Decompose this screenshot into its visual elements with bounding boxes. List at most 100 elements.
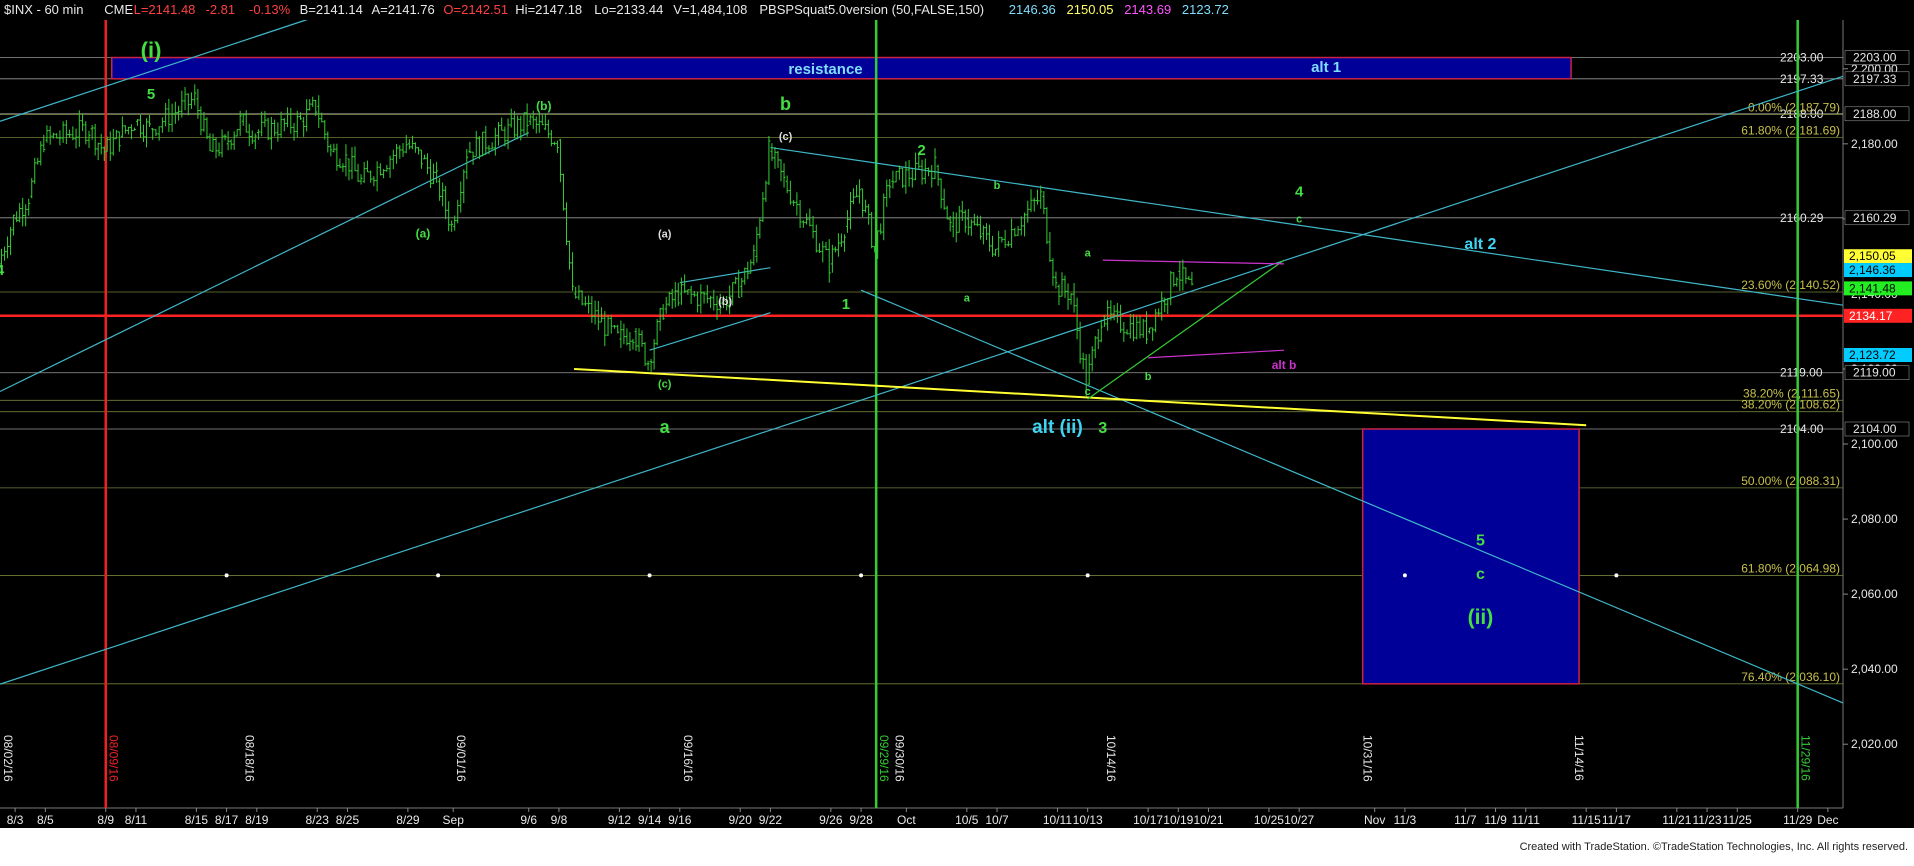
fib-label: 76.40% (2,036.10): [1741, 670, 1840, 684]
date-stamp: 10/14/16: [1104, 735, 1118, 782]
wave-label: (i): [141, 38, 162, 63]
wave-label: b: [780, 94, 791, 114]
wave-label: 3: [1098, 420, 1107, 437]
x-tick-label: 8/23: [306, 813, 330, 827]
wave-label: 4: [1295, 183, 1304, 200]
x-tick-label: 10/5: [955, 813, 979, 827]
wave-label: c: [1296, 214, 1302, 226]
header-item: B=2141.14: [300, 2, 363, 17]
price-tag-label: 2134.17: [1849, 309, 1893, 323]
x-tick-label: 8/5: [37, 813, 54, 827]
wave-label: alt (ii): [1032, 417, 1083, 438]
alt1-label: alt 1: [1311, 59, 1341, 76]
projection-dot: [1614, 573, 1619, 578]
projection-dot: [1402, 573, 1407, 578]
price-tag-label: 2,141.48: [1849, 281, 1896, 295]
x-tick-label: 10/7: [985, 813, 1009, 827]
header-item: -0.13%: [249, 2, 291, 17]
x-tick-label: 11/11: [1512, 813, 1541, 827]
wave-label: c: [1085, 386, 1091, 398]
wave-label: b: [994, 180, 1001, 192]
axis-line-tag-label: 2104.00: [1853, 422, 1897, 436]
x-tick-label: 11/17: [1602, 813, 1631, 827]
x-tick-label: 11/21: [1662, 813, 1691, 827]
date-stamp: 09/29/16: [877, 735, 891, 782]
x-tick-label: 10/27: [1284, 813, 1314, 827]
x-tick-label: 10/25: [1254, 813, 1284, 827]
wave-label: (b): [536, 99, 551, 113]
wave-label: a: [660, 417, 671, 437]
header-item: 2123.72: [1182, 2, 1229, 17]
axis-line-tag-label: 2203.00: [1853, 51, 1897, 65]
fib-label: 23.60% (2,140.52): [1741, 278, 1840, 292]
x-tick-label: 9/26: [819, 813, 843, 827]
header-item: 2150.05: [1067, 2, 1114, 17]
wave-label: 5: [1476, 532, 1485, 549]
wave-label: 2: [917, 142, 925, 159]
x-tick-label: 9/8: [551, 813, 568, 827]
header-exchange: CME: [104, 2, 133, 17]
projection-dot: [859, 573, 864, 578]
projection-dot: [1085, 573, 1090, 578]
x-tick-label: 8/17: [215, 813, 239, 827]
x-tick-label: 9/28: [849, 813, 873, 827]
x-tick-label: 8/9: [97, 813, 114, 827]
header-item: 2143.69: [1124, 2, 1171, 17]
wave-label: alt b: [1272, 358, 1297, 372]
x-tick-label: Nov: [1364, 813, 1385, 827]
projection-dot: [436, 573, 441, 578]
horizontal-line-label: 2203.00: [1780, 51, 1824, 65]
x-tick-label: Sep: [443, 813, 465, 827]
x-tick-label: 8/15: [185, 813, 209, 827]
date-stamp: 09/16/16: [681, 735, 695, 782]
projection-dot: [647, 573, 652, 578]
price-tag-label: 2,146.36: [1849, 263, 1896, 277]
plot-area: [0, 20, 1843, 808]
header-item: Lo=2133.44: [594, 2, 663, 17]
x-tick-label: 10/13: [1073, 813, 1103, 827]
date-stamp: 09/30/16: [892, 735, 906, 782]
projection-dot: [224, 573, 229, 578]
x-tick-label: 11/7: [1454, 813, 1477, 827]
header-item: 2146.36: [1009, 2, 1056, 17]
header-item: O=2142.51: [443, 2, 508, 17]
date-stamp: 08/09/16: [107, 735, 121, 782]
wave-label: (c): [779, 131, 793, 143]
x-tick-label: 10/19: [1163, 813, 1193, 827]
price-tag-label: 2,123.72: [1849, 348, 1896, 362]
wave-label: (a): [658, 229, 672, 241]
wave-label: (ii): [1468, 606, 1494, 629]
x-tick-label: 10/21: [1194, 813, 1224, 827]
x-tick-label: 9/22: [759, 813, 783, 827]
wave-label: b: [1145, 371, 1152, 383]
x-tick-label: 11/15: [1572, 813, 1601, 827]
wave-label: 1: [842, 296, 850, 313]
y-tick-label: 2,080.00: [1851, 512, 1898, 526]
wave-label: (b): [718, 296, 732, 308]
x-tick-label: 8/29: [396, 813, 420, 827]
header-item: PBSPSquat5.0version (50,FALSE,150): [759, 2, 984, 17]
horizontal-line-label: 2119.00: [1780, 366, 1823, 380]
fib-label: 50.00% (2,088.31): [1741, 474, 1840, 488]
footer-copyright: Created with TradeStation. ©TradeStation…: [1520, 841, 1908, 853]
chart-window: 2203.00 2197.33 2188.00 2160.29 2119.00 2104.…: [0, 0, 1914, 866]
wave-label: 5: [147, 86, 155, 103]
price-tag-label: 2,150.05: [1849, 249, 1896, 263]
chart-header: $INX - 60 min CME L=2141.48 -2.81 -0.13% B=21…: [0, 0, 1914, 20]
price-chart[interactable]: 2203.00 2197.33 2188.00 2160.29 2119.00 2104.…: [0, 0, 1914, 866]
x-tick-label: Dec: [1817, 813, 1838, 827]
axis-line-tag-label: 2119.00: [1853, 366, 1896, 380]
x-tick-label: 9/16: [668, 813, 692, 827]
x-tick-label: 8/25: [336, 813, 360, 827]
resistance-label: resistance: [788, 61, 862, 78]
header-item: L=2141.48: [134, 2, 196, 17]
target-box: [1361, 428, 1580, 685]
wave-label: (c): [658, 379, 672, 391]
x-tick-label: 9/14: [638, 813, 662, 827]
x-tick-label: 9/20: [729, 813, 753, 827]
x-tick-label: Oct: [897, 813, 916, 827]
axis-line-tag-label: 2160.29: [1853, 211, 1897, 225]
x-tick-label: 11/25: [1723, 813, 1752, 827]
y-tick-label: 2,060.00: [1851, 587, 1898, 601]
fib-label: 61.80% (2,181.69): [1741, 123, 1840, 137]
